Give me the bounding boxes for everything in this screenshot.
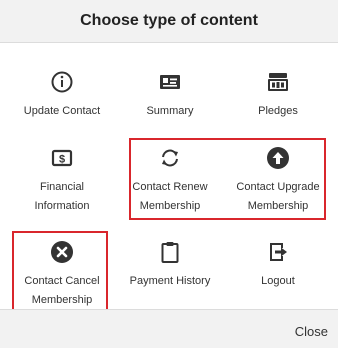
logout-icon <box>270 243 287 261</box>
update-contact-label: Update Contact <box>23 105 101 117</box>
svg-text:$: $ <box>59 154 65 166</box>
close-button[interactable]: Close <box>295 324 328 339</box>
dialog-title: Choose type of content <box>80 12 258 29</box>
dialog-header: Choose type of content <box>0 0 338 43</box>
dialog-footer: Close <box>0 309 338 348</box>
money-stack-icon <box>268 73 288 91</box>
financial-information-label: Financial Information <box>34 181 90 212</box>
cancel-highlight <box>12 231 108 312</box>
financial-information-button[interactable]: $ Financial Information <box>12 146 112 216</box>
renew-upgrade-highlight <box>129 138 326 220</box>
payment-history-button[interactable]: Payment History <box>120 240 220 291</box>
dollar-square-icon: $ <box>51 149 73 167</box>
summary-label: Summary <box>146 105 194 117</box>
update-contact-button[interactable]: Update Contact <box>12 70 112 121</box>
logout-button[interactable]: Logout <box>228 240 328 291</box>
payment-history-label: Payment History <box>129 275 211 287</box>
clipboard-icon <box>161 242 179 263</box>
logout-label: Logout <box>261 275 295 287</box>
summary-button[interactable]: Summary <box>120 70 220 121</box>
pledges-button[interactable]: Pledges <box>228 70 328 121</box>
pledges-label: Pledges <box>258 105 298 117</box>
info-circle-icon <box>51 71 73 93</box>
id-card-icon <box>160 75 180 89</box>
